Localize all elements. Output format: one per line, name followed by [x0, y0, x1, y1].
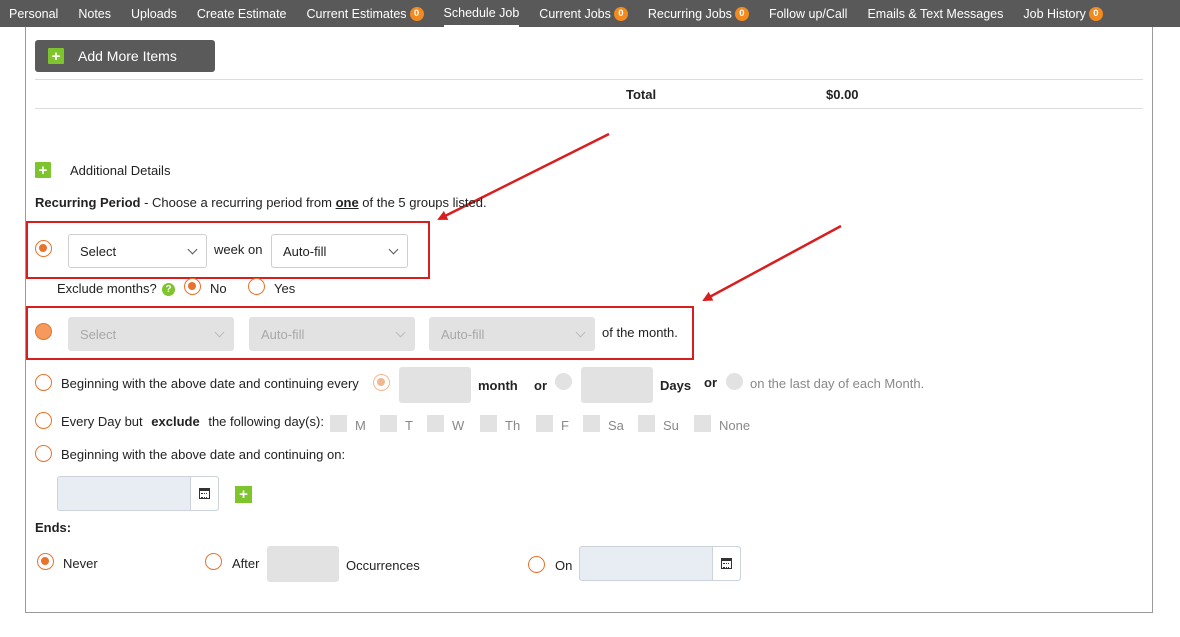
recurring-period-desc-end: of the 5 groups listed. — [358, 195, 487, 210]
select-value: Select — [80, 243, 117, 259]
ends-after-radio[interactable] — [205, 553, 222, 570]
ends-on-date-input[interactable] — [579, 546, 741, 581]
exclude-day-label: None — [719, 418, 751, 433]
occurrences-input[interactable] — [267, 546, 339, 582]
chevron-down-icon — [187, 244, 198, 255]
every-day-label-start: Every Day but — [61, 414, 143, 429]
week-day-select[interactable]: Auto-fill — [271, 234, 408, 268]
recurring-period-emph: one — [335, 195, 359, 210]
exclude-day-checkbox[interactable] — [427, 415, 444, 432]
exclude-months-yes-label: Yes — [274, 281, 296, 296]
recurring-continuing-on-radio[interactable] — [35, 445, 52, 462]
exclude-day-checkbox[interactable] — [330, 415, 347, 432]
calendar-icon[interactable] — [190, 477, 218, 510]
exclude-day-checkbox[interactable] — [380, 415, 397, 432]
ends-on-radio[interactable] — [528, 556, 545, 573]
continuing-every-label: Beginning with the above date and contin… — [61, 376, 359, 391]
annotation-arrow — [702, 224, 842, 302]
plus-icon: + — [35, 162, 51, 178]
or-label: or — [534, 378, 547, 393]
exclude-day-checkbox[interactable] — [583, 415, 600, 432]
exclude-day-label: F — [561, 418, 569, 433]
recurring-period-desc: - Choose a recurring period from — [140, 195, 336, 210]
continuing-on-label: Beginning with the above date and contin… — [61, 447, 346, 462]
every-day-label-emph: exclude — [151, 414, 200, 429]
additional-details-label: Additional Details — [70, 162, 171, 178]
exclude-day-checkbox[interactable] — [694, 415, 711, 432]
select-value: Auto-fill — [261, 326, 305, 342]
exclude-day-label: Sa — [608, 418, 624, 433]
or-label: or — [704, 375, 717, 390]
exclude-day-label: Su — [663, 418, 679, 433]
chevron-down-icon — [575, 327, 586, 338]
add-date-button[interactable]: + — [235, 486, 252, 503]
last-day-label: on the last day of each Month. — [750, 376, 925, 391]
recurring-monthly-radio[interactable] — [35, 323, 52, 340]
chevron-down-icon — [388, 244, 399, 255]
recurring-every-day-radio[interactable] — [35, 412, 52, 429]
every-day-label-end: the following day(s): — [208, 414, 324, 429]
chevron-down-icon — [214, 327, 225, 338]
exclude-months-no-label: No — [210, 281, 227, 296]
every-day-label: Every Day but exclude the following day(… — [61, 414, 324, 429]
recurring-weekly-radio[interactable] — [35, 240, 52, 257]
exclude-months-label: Exclude months? — [57, 281, 157, 296]
recurring-period-title: Recurring Period — [35, 195, 141, 210]
week-interval-select[interactable]: Select — [68, 234, 207, 268]
exclude-day-label: M — [355, 418, 366, 433]
select-value: Select — [80, 326, 117, 342]
exclude-day-label: T — [405, 418, 413, 433]
ends-label: Ends: — [35, 520, 72, 535]
ends-on-label: On — [555, 558, 573, 573]
of-the-month-label: of the month. — [602, 325, 678, 340]
last-day-radio[interactable] — [726, 373, 743, 390]
days-count-input[interactable] — [581, 367, 653, 403]
exclude-day-checkbox[interactable] — [536, 415, 553, 432]
exclude-day-label: W — [452, 418, 465, 433]
month-interval-select[interactable]: Select — [68, 317, 234, 351]
month-count-input[interactable] — [399, 367, 471, 403]
exclude-day-checkbox[interactable] — [480, 415, 497, 432]
exclude-day-label: Th — [505, 418, 521, 433]
exclude-months-yes-radio[interactable] — [248, 278, 265, 295]
week-on-label: week on — [214, 242, 263, 257]
help-icon[interactable]: ? — [162, 283, 175, 296]
continuing-on-date-input[interactable] — [57, 476, 219, 511]
recurring-continuing-every-radio[interactable] — [35, 374, 52, 391]
days-label: Days — [660, 378, 692, 393]
select-value: Auto-fill — [441, 326, 485, 342]
month-week-select[interactable]: Auto-fill — [249, 317, 415, 351]
calendar-icon[interactable] — [712, 547, 740, 580]
month-label: month — [478, 378, 518, 393]
ends-never-label: Never — [63, 556, 98, 571]
additional-details-toggle[interactable]: + Additional Details — [35, 162, 170, 178]
month-day-select[interactable]: Auto-fill — [429, 317, 595, 351]
days-interval-radio[interactable] — [555, 373, 572, 390]
ends-never-radio[interactable] — [37, 553, 54, 570]
chevron-down-icon — [395, 327, 406, 338]
select-value: Auto-fill — [283, 243, 327, 259]
exclude-months-no-radio[interactable] — [184, 278, 201, 295]
exclude-day-checkbox[interactable] — [638, 415, 655, 432]
recurring-period-heading: Recurring Period - Choose a recurring pe… — [35, 195, 487, 210]
month-interval-radio[interactable] — [373, 374, 390, 391]
ends-after-label: After — [232, 556, 260, 571]
occurrences-label: Occurrences — [346, 558, 420, 573]
